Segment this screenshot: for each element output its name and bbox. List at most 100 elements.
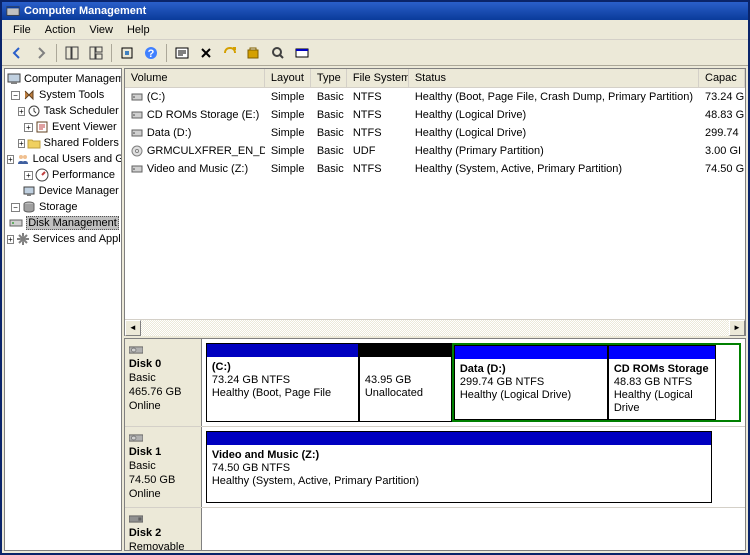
disk-row: Disk 2Removable (H:)No Media [125,508,745,551]
expand-icon[interactable]: + [24,123,33,132]
expand-icon[interactable]: + [7,155,14,164]
back-button[interactable] [6,42,28,64]
drive-icon [131,91,143,103]
tools-icon [22,88,36,102]
scroll-right-icon[interactable]: ► [729,320,745,336]
delete-button[interactable] [195,42,217,64]
toolbar: ? [2,40,748,66]
removable-icon [129,514,143,524]
part-name: Data (D:) [460,363,602,376]
partition[interactable]: Video and Music (Z:)74.50 GB NTFSHealthy… [206,431,712,503]
col-filesystem[interactable]: File System [347,69,409,87]
part-name: Video and Music (Z:) [212,449,706,462]
tree-item[interactable]: +Local Users and Groups [7,151,119,167]
menu-bar: File Action View Help [2,20,748,40]
volume-list[interactable]: (C:)SimpleBasicNTFSHealthy (Boot, Page F… [125,88,745,319]
storage-icon [22,200,36,214]
expand-icon[interactable]: + [18,139,25,148]
perf-icon [35,168,49,182]
col-volume[interactable]: Volume [125,69,265,87]
services-icon [16,232,30,246]
expand-icon[interactable]: + [24,171,33,180]
tree-item[interactable]: +Performance [7,167,119,183]
volume-list-pane: Volume Layout Type File System Status Ca… [124,68,746,336]
col-type[interactable]: Type [311,69,347,87]
tree-storage[interactable]: −Storage [7,199,119,215]
disk-hw-icon [129,345,143,355]
menu-view[interactable]: View [82,22,120,38]
collapse-icon[interactable]: − [11,203,20,212]
drive-icon [131,163,143,175]
col-capacity[interactable]: Capac [699,69,745,87]
svg-text:?: ? [148,48,155,60]
expand-icon[interactable]: + [7,235,14,244]
part-info: 48.83 GB NTFS [614,376,710,389]
volume-row[interactable]: GRMCULXFRER_EN_DVD (F:)SimpleBasicUDFHea… [125,142,745,160]
disk-hw-icon [129,433,143,443]
part-status: Healthy (System, Active, Primary Partiti… [212,475,706,488]
event-icon [35,120,49,134]
menu-help[interactable]: Help [120,22,157,38]
vol-name: CD ROMs Storage (E:) [147,109,259,121]
volume-row[interactable]: Data (D:)SimpleBasicNTFSHealthy (Logical… [125,124,745,142]
navigation-tree[interactable]: Computer Management (Local) − System Too… [4,68,122,551]
part-name: CD ROMs Storage [614,363,710,376]
collapse-icon[interactable]: − [11,91,20,100]
app-icon [6,4,20,18]
part-status: Healthy (Boot, Page File [212,387,353,400]
menu-action[interactable]: Action [38,22,83,38]
vol-name: Data (D:) [147,127,192,139]
disk-info[interactable]: Disk 0Basic465.76 GBOnline [125,339,202,426]
partition[interactable]: CD ROMs Storage48.83 GB NTFSHealthy (Log… [608,345,716,420]
computer-icon [7,72,21,86]
disk-graphic-pane[interactable]: Disk 0Basic465.76 GBOnline(C:)73.24 GB N… [124,338,746,551]
scroll-left-icon[interactable]: ◄ [125,320,141,336]
vol-name: (C:) [147,91,165,103]
col-status[interactable]: Status [409,69,699,87]
action-button-2[interactable] [243,42,265,64]
tree-services[interactable]: +Services and Applications [7,231,119,247]
help-icon[interactable]: ? [140,42,162,64]
expand-icon[interactable]: + [18,107,25,116]
tree-item[interactable]: Device Manager [7,183,119,199]
part-name: (C:) [212,361,353,374]
action-button-4[interactable] [291,42,313,64]
part-status: Healthy (Logical Drive [614,389,710,415]
part-status: Unallocated [365,387,446,400]
title-bar: Computer Management [2,2,748,20]
disk-info[interactable]: Disk 1Basic74.50 GBOnline [125,427,202,507]
forward-button[interactable] [30,42,52,64]
tree-item[interactable]: +Task Scheduler [7,103,119,119]
action-button-1[interactable] [219,42,241,64]
properties-button[interactable] [85,42,107,64]
settings-button[interactable] [171,42,193,64]
tree-systools[interactable]: − System Tools [7,87,119,103]
part-status: Healthy (Logical Drive) [460,389,602,402]
cd-icon [131,145,143,157]
tree-diskmgmt[interactable]: Disk Management [7,215,119,231]
vol-name: GRMCULXFRER_EN_DVD (F:) [147,145,265,157]
drive-icon [131,109,143,121]
h-scrollbar[interactable]: ◄ ► [125,319,745,335]
partition[interactable]: (C:)73.24 GB NTFSHealthy (Boot, Page Fil… [206,343,359,422]
tree-item[interactable]: +Event Viewer [7,119,119,135]
window-title: Computer Management [24,5,146,17]
disk-icon [9,216,23,230]
action-button-3[interactable] [267,42,289,64]
partition[interactable]: 43.95 GBUnallocated [359,343,452,422]
part-info: 74.50 GB NTFS [212,462,706,475]
col-layout[interactable]: Layout [265,69,311,87]
tree-item[interactable]: +Shared Folders [7,135,119,151]
menu-file[interactable]: File [6,22,38,38]
vol-name: Video and Music (Z:) [147,163,248,175]
show-hide-button[interactable] [61,42,83,64]
drive-icon [131,127,143,139]
volume-row[interactable]: Video and Music (Z:)SimpleBasicNTFSHealt… [125,160,745,178]
extended-partition: Data (D:)299.74 GB NTFSHealthy (Logical … [452,343,741,422]
partition[interactable]: Data (D:)299.74 GB NTFSHealthy (Logical … [454,345,608,420]
volume-row[interactable]: (C:)SimpleBasicNTFSHealthy (Boot, Page F… [125,88,745,106]
volume-row[interactable]: CD ROMs Storage (E:)SimpleBasicNTFSHealt… [125,106,745,124]
tree-root[interactable]: Computer Management (Local) [7,71,119,87]
refresh-button[interactable] [116,42,138,64]
disk-info[interactable]: Disk 2Removable (H:)No Media [125,508,202,551]
